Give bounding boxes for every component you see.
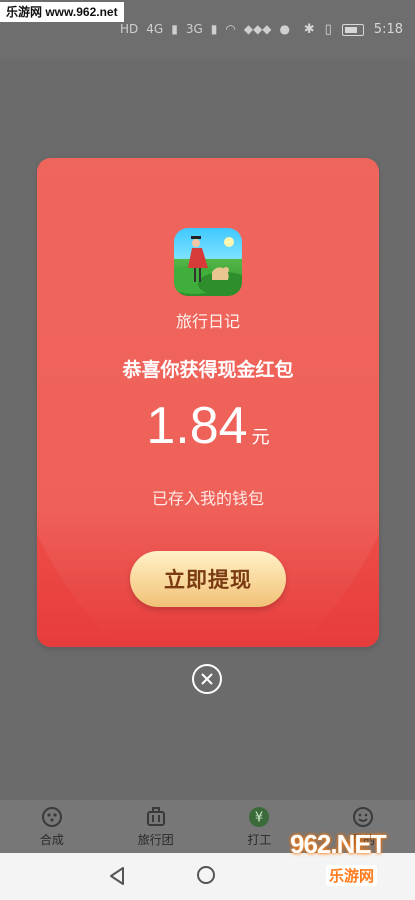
back-icon[interactable] (108, 866, 126, 886)
saved-to-wallet-note: 已存入我的钱包 (151, 489, 264, 508)
traveler-illustration-icon (174, 236, 242, 296)
reward-amount-row: 1.84 元 (37, 394, 379, 458)
wechat-icon: ● (279, 22, 291, 36)
close-dialog-button[interactable] (192, 664, 222, 694)
tab-label: 合成 (39, 833, 64, 847)
site-logo-subtext: 乐游网 (326, 865, 378, 886)
withdraw-now-button[interactable]: 立即提现 (130, 551, 286, 607)
dialog-headline: 恭喜你获得现金红包 (122, 359, 294, 381)
hd-label: HD (120, 22, 139, 36)
wifi-icon: ◠ (225, 22, 236, 36)
clock: 5:18 (373, 22, 403, 37)
signal-bars-icon: ▮ (171, 22, 178, 36)
svg-text:¥: ¥ (255, 811, 263, 826)
battery-icon (341, 23, 364, 36)
yen-coin-icon: ¥ (249, 807, 270, 827)
home-icon[interactable] (197, 866, 215, 884)
signal-3g-label: 3G (185, 22, 203, 36)
vibrate-icon: ▯ (324, 22, 332, 37)
bluetooth-icon: ✱ (303, 22, 315, 37)
site-logo-text: 962.NET (290, 829, 387, 859)
smiley-icon (353, 807, 374, 827)
app-name: 旅行日记 (175, 312, 240, 331)
currency-unit: 元 (251, 427, 270, 448)
signal-4g-label: 4G (146, 22, 164, 36)
red-packet-dialog: 旅行日记 恭喜你获得现金红包 1.84 元 已存入我的钱包 立即提现 (37, 158, 379, 647)
status-icons: HD 4G ▮ 3G ▮ ◠ ◆◆◆ ● (120, 22, 290, 36)
site-watermark: 乐游网 www.962.net (0, 2, 124, 22)
status-right: ✱ ▯ 5:18 (304, 22, 403, 37)
app-notification-icon: ◆◆◆ (243, 22, 272, 36)
face-dots-icon (41, 807, 62, 827)
tab-synthesis[interactable]: 合成 (0, 800, 104, 853)
tab-travel-group[interactable]: 旅行团 (104, 800, 208, 853)
close-icon (201, 673, 213, 685)
tab-label: 打工 (247, 833, 272, 847)
tab-label: 旅行团 (137, 833, 174, 847)
app-logo-icon (174, 228, 242, 296)
reward-amount: 1.84 (146, 397, 248, 455)
luggage-icon (146, 807, 165, 826)
signal-bars-icon: ▮ (210, 22, 218, 36)
site-logo: 962.NET 乐游网 (290, 829, 410, 895)
status-bar: 乐游网 www.962.net HD 4G ▮ 3G ▮ ◠ ◆◆◆ ● ✱ ▯… (0, 0, 415, 60)
